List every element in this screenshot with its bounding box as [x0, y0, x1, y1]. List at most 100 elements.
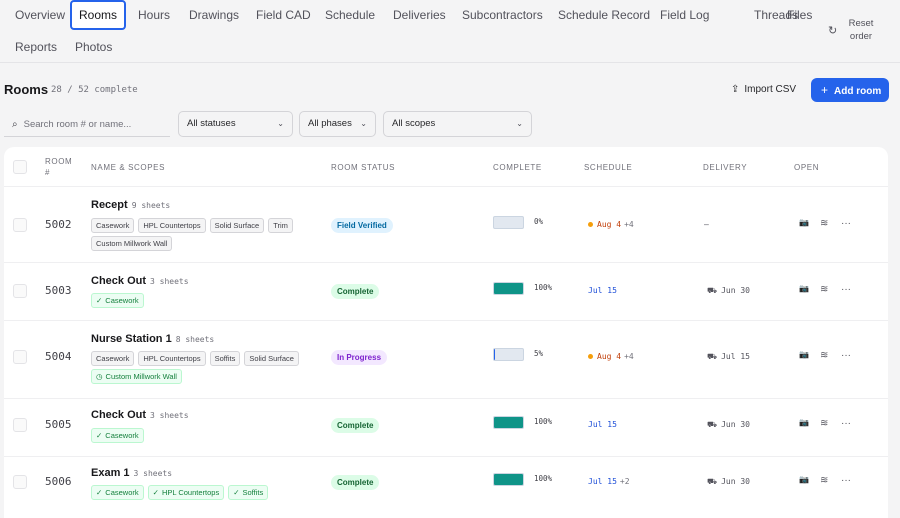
- scope-chip[interactable]: Casework: [91, 218, 135, 233]
- scope-chip[interactable]: Solid Surface: [244, 351, 299, 366]
- status-filter-select[interactable]: All statuses ⌄: [178, 111, 293, 137]
- column-header-status[interactable]: ROOM STATUS: [331, 162, 395, 173]
- column-header-complete[interactable]: COMPLETE: [493, 162, 542, 173]
- row-checkbox[interactable]: [13, 350, 27, 364]
- scope-chip[interactable]: Trim: [268, 218, 293, 233]
- column-header-room[interactable]: ROOM #: [45, 156, 79, 178]
- row-checkbox[interactable]: [13, 418, 27, 432]
- row-divider: [4, 398, 888, 399]
- status-badge[interactable]: Field Verified: [331, 218, 393, 233]
- layers-icon[interactable]: ≋: [820, 418, 828, 429]
- scope-filter-select[interactable]: All scopes ⌄: [383, 111, 532, 137]
- column-header-schedule[interactable]: SCHEDULE: [584, 162, 632, 173]
- tab-schedule[interactable]: Schedule: [325, 0, 375, 30]
- phase-filter-select[interactable]: All phases ⌄: [299, 111, 376, 137]
- delivery-date[interactable]: ⛟ Jun 30: [707, 286, 750, 296]
- scope-chip[interactable]: ✓ Soffits: [228, 485, 269, 500]
- layers-icon[interactable]: ≋: [820, 475, 828, 486]
- tab-field-log[interactable]: Field Log: [660, 0, 709, 30]
- delivery-date[interactable]: ⛟ Jun 30: [707, 477, 750, 487]
- row-divider: [4, 186, 888, 187]
- delivery-date[interactable]: —: [704, 220, 709, 229]
- more-icon[interactable]: ···: [841, 218, 851, 229]
- scope-chip[interactable]: Soffits: [209, 351, 241, 366]
- status-badge[interactable]: Complete: [331, 418, 380, 433]
- scope-chip-label: Solid Surface: [214, 221, 260, 230]
- tab-rooms[interactable]: Rooms: [70, 0, 126, 30]
- camera-icon[interactable]: 📷: [799, 418, 809, 427]
- camera-icon[interactable]: 📷: [799, 218, 809, 227]
- status-badge[interactable]: Complete: [331, 475, 380, 490]
- tab-subcontractors[interactable]: Subcontractors: [462, 0, 543, 30]
- schedule-date[interactable]: Jul 15: [588, 286, 617, 295]
- delivery-date[interactable]: ⛟ Jul 15: [707, 352, 750, 362]
- room-name[interactable]: Check Out 3 sheets: [91, 409, 189, 421]
- row-checkbox[interactable]: [13, 218, 27, 232]
- scope-chip[interactable]: ✓ Casework: [91, 428, 144, 443]
- room-name[interactable]: Nurse Station 18 sheets: [91, 333, 214, 345]
- room-name[interactable]: Exam 13 sheets: [91, 467, 172, 479]
- column-header-name[interactable]: NAME & SCOPES: [91, 162, 165, 173]
- tab-field-cad[interactable]: Field CAD: [256, 0, 311, 30]
- sheet-count: 3 sheets: [133, 469, 173, 478]
- more-icon[interactable]: ···: [841, 284, 851, 295]
- scope-chip-label: Casework: [96, 354, 130, 363]
- scope-chip-label: HPL Countertops: [143, 354, 201, 363]
- import-csv-button[interactable]: ⇪ Import CSV: [723, 78, 804, 102]
- scope-chip[interactable]: ✓ Casework: [91, 293, 144, 308]
- plus-icon: +: [821, 83, 829, 97]
- scope-chip-label: Casework: [96, 221, 130, 230]
- tab-files[interactable]: Files: [787, 0, 812, 30]
- check-icon: ✓: [233, 488, 240, 497]
- scope-chip[interactable]: ✓ HPL Countertops: [147, 485, 225, 500]
- tab-drawings[interactable]: Drawings: [189, 0, 239, 30]
- row-checkbox[interactable]: [13, 475, 27, 489]
- tab-overview[interactable]: Overview: [15, 0, 65, 30]
- select-all-checkbox[interactable]: [13, 160, 27, 174]
- scope-chip[interactable]: ◷ Custom Millwork Wall: [91, 369, 182, 384]
- layers-icon[interactable]: ≋: [820, 218, 828, 229]
- tab-hours[interactable]: Hours: [138, 0, 170, 30]
- scope-chip[interactable]: Casework: [91, 351, 135, 366]
- room-name[interactable]: Recept 9 sheets: [91, 199, 170, 211]
- status-badge[interactable]: In Progress: [331, 350, 388, 365]
- add-room-button[interactable]: + Add room: [811, 78, 889, 102]
- column-header-delivery[interactable]: DELIVERY: [703, 162, 747, 173]
- status-badge[interactable]: Complete: [331, 284, 380, 299]
- tab-deliveries[interactable]: Deliveries: [393, 0, 446, 30]
- delivery-date[interactable]: ⛟ Jun 30: [707, 420, 750, 430]
- camera-icon[interactable]: 📷: [799, 475, 809, 484]
- page-title: Rooms: [4, 82, 49, 97]
- truck-icon: ⛟: [707, 420, 718, 429]
- schedule-date[interactable]: Aug 4 +4: [588, 220, 634, 229]
- camera-icon[interactable]: 📷: [799, 350, 809, 359]
- row-checkbox[interactable]: [13, 284, 27, 298]
- more-icon[interactable]: ···: [841, 418, 851, 429]
- more-icon[interactable]: ···: [841, 350, 851, 361]
- tab-schedule-record[interactable]: Schedule Record: [558, 0, 650, 30]
- schedule-date[interactable]: Aug 4 +4: [588, 352, 634, 361]
- camera-icon[interactable]: 📷: [799, 284, 809, 293]
- tab-photos[interactable]: Photos: [75, 32, 112, 62]
- progress-bar: [493, 348, 524, 361]
- more-icon[interactable]: ···: [841, 475, 851, 486]
- layers-icon[interactable]: ≋: [820, 284, 828, 295]
- progress-bar: [493, 216, 524, 229]
- scope-chip[interactable]: HPL Countertops: [138, 351, 206, 366]
- row-divider: [4, 262, 888, 263]
- scope-chip[interactable]: Solid Surface: [209, 218, 265, 233]
- scope-chip-label: Soffits: [214, 354, 236, 363]
- room-name[interactable]: Check Out 3 sheets: [91, 275, 189, 287]
- schedule-date[interactable]: Jul 15: [588, 420, 617, 429]
- search-input[interactable]: ⌕ Search room # or name...: [4, 112, 170, 137]
- layers-icon[interactable]: ≋: [820, 350, 828, 361]
- progress-bar: [493, 282, 524, 295]
- phase-filter-value: All phases: [308, 118, 352, 129]
- schedule-date[interactable]: Jul 15 +2: [588, 477, 630, 486]
- scope-chip[interactable]: Custom Millwork Wall: [91, 236, 173, 251]
- room-number: 5005: [45, 418, 72, 431]
- tab-reports[interactable]: Reports: [15, 32, 57, 62]
- scope-chip[interactable]: ✓ Casework: [91, 485, 144, 500]
- search-icon: ⌕: [12, 119, 18, 130]
- scope-chip[interactable]: HPL Countertops: [138, 218, 206, 233]
